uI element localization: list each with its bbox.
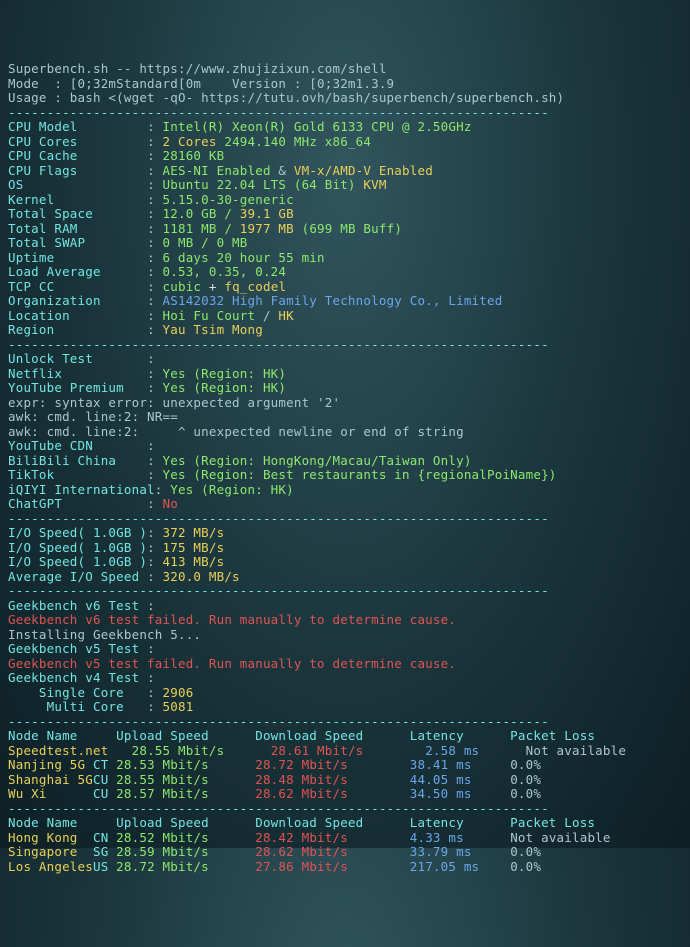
header-title: Superbench.sh -- https://www.zhujizixun.…: [8, 62, 682, 77]
row-gb6-fail: Geekbench v6 test failed. Run manually t…: [8, 613, 682, 628]
row-net: Hong Kong CN 28.52 Mbit/s 28.42 Mbit/s 4…: [8, 831, 682, 846]
divider: ----------------------------------------…: [8, 802, 682, 817]
row-gb4: Geekbench v4 Test :: [8, 671, 682, 686]
row-gb5-install: Installing Geekbench 5...: [8, 628, 682, 643]
row-region: Region : Yau Tsim Mong: [8, 323, 682, 338]
row-space: Total Space : 12.0 GB / 39.1 GB: [8, 207, 682, 222]
row-location: Location : Hoi Fu Court / HK: [8, 309, 682, 324]
row-cpu-cores: CPU Cores : 2 Cores 2494.140 MHz x86_64: [8, 135, 682, 150]
row-net-header: Node Name Upload Speed Download Speed La…: [8, 816, 682, 831]
row-net-header: Node Name Upload Speed Download Speed La…: [8, 729, 682, 744]
row-youtube-premium: YouTube Premium : Yes (Region: HK): [8, 381, 682, 396]
row-org: Organization : AS142032 High Family Tech…: [8, 294, 682, 309]
row-err2: awk: cmd. line:2: NR==: [8, 410, 682, 425]
divider: ----------------------------------------…: [8, 512, 682, 527]
row-io-3: I/O Speed( 1.0GB ): 413 MB/s: [8, 555, 682, 570]
divider: ----------------------------------------…: [8, 106, 682, 121]
row-gb6: Geekbench v6 Test :: [8, 599, 682, 614]
row-unlock-title: Unlock Test :: [8, 352, 682, 367]
row-netflix: Netflix : Yes (Region: HK): [8, 367, 682, 382]
row-chatgpt: ChatGPT : No: [8, 497, 682, 512]
row-err3: awk: cmd. line:2: ^ unexpected newline o…: [8, 425, 682, 440]
row-net: Shanghai 5GCU 28.55 Mbit/s 28.48 Mbit/s …: [8, 773, 682, 788]
row-load: Load Average : 0.53, 0.35, 0.24: [8, 265, 682, 280]
row-ram: Total RAM : 1181 MB / 1977 MB (699 MB Bu…: [8, 222, 682, 237]
row-net: Los AngelesUS 28.72 Mbit/s 27.86 Mbit/s …: [8, 860, 682, 875]
divider: ----------------------------------------…: [8, 338, 682, 353]
terminal-output: Superbench.sh -- https://www.zhujizixun.…: [8, 62, 682, 874]
header-usage: Usage : bash <(wget -qO- https://tutu.ov…: [8, 91, 682, 106]
row-io-1: I/O Speed( 1.0GB ): 372 MB/s: [8, 526, 682, 541]
row-net: Singapore SG 28.59 Mbit/s 28.62 Mbit/s 3…: [8, 845, 682, 860]
row-cpu-flags: CPU Flags : AES-NI Enabled & VM-x/AMD-V …: [8, 164, 682, 179]
row-kernel: Kernel : 5.15.0-30-generic: [8, 193, 682, 208]
row-cpu-model: CPU Model : Intel(R) Xeon(R) Gold 6133 C…: [8, 120, 682, 135]
row-tcp-cc: TCP CC : cubic + fq_codel: [8, 280, 682, 295]
row-io-avg: Average I/O Speed : 320.0 MB/s: [8, 570, 682, 585]
header-mode: Mode : [0;32mStandard[0m Version : [0;32…: [8, 77, 682, 92]
row-net: Speedtest.net 28.55 Mbit/s 28.61 Mbit/s …: [8, 744, 682, 759]
row-net: Nanjing 5G CT 28.53 Mbit/s 28.72 Mbit/s …: [8, 758, 682, 773]
row-gb4-sc: Single Core : 2906: [8, 686, 682, 701]
row-swap: Total SWAP : 0 MB / 0 MB: [8, 236, 682, 251]
row-gb5: Geekbench v5 Test :: [8, 642, 682, 657]
row-bilibili: BiliBili China : Yes (Region: HongKong/M…: [8, 454, 682, 469]
row-gb4-mc: Multi Core : 5081: [8, 700, 682, 715]
row-iqiyi: iQIYI International: Yes (Region: HK): [8, 483, 682, 498]
row-tiktok: TikTok : Yes (Region: Best restaurants i…: [8, 468, 682, 483]
row-net: Wu Xi CU 28.57 Mbit/s 28.62 Mbit/s 34.50…: [8, 787, 682, 802]
row-cpu-cache: CPU Cache : 28160 KB: [8, 149, 682, 164]
row-err1: expr: syntax error: unexpected argument …: [8, 396, 682, 411]
row-os: OS : Ubuntu 22.04 LTS (64 Bit) KVM: [8, 178, 682, 193]
divider: ----------------------------------------…: [8, 584, 682, 599]
divider: ----------------------------------------…: [8, 715, 682, 730]
row-uptime: Uptime : 6 days 20 hour 55 min: [8, 251, 682, 266]
row-io-2: I/O Speed( 1.0GB ): 175 MB/s: [8, 541, 682, 556]
row-gb5-fail: Geekbench v5 test failed. Run manually t…: [8, 657, 682, 672]
row-youtube-cdn: YouTube CDN :: [8, 439, 682, 454]
